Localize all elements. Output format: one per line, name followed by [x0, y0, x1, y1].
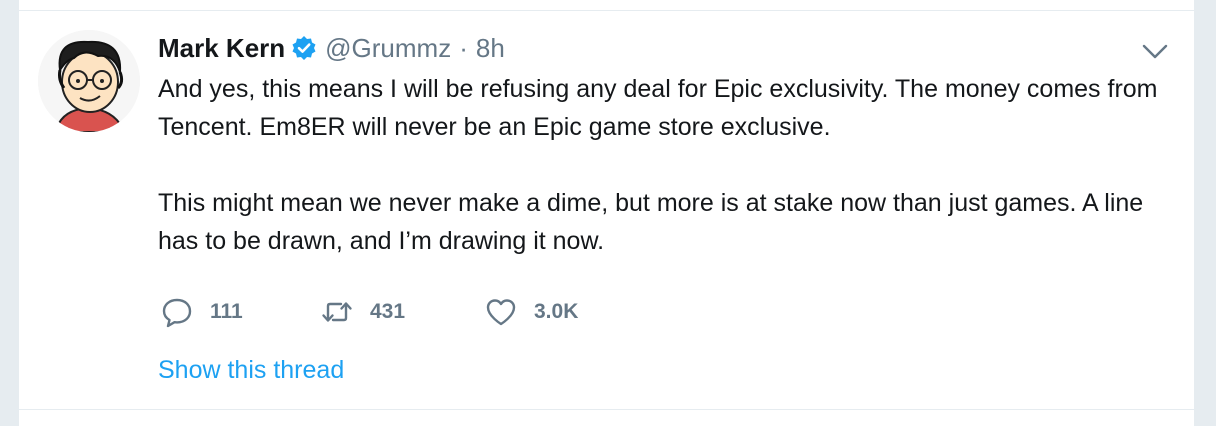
like-count: 3.0K [534, 300, 579, 323]
tweet-paragraph: And yes, this means I will be refusing a… [158, 75, 1158, 141]
retweet-button[interactable]: 431 [320, 295, 484, 329]
retweet-arrows-icon [320, 295, 354, 329]
reply-bubble-icon [160, 295, 194, 329]
avatar[interactable] [38, 30, 140, 132]
avatar-cartoon-icon [38, 30, 140, 132]
tweet-header: Mark Kern @Grummz · 8h [158, 30, 505, 66]
reply-button[interactable]: 111 [160, 295, 320, 329]
reply-count: 111 [210, 300, 243, 323]
show-thread-link[interactable]: Show this thread [158, 356, 344, 385]
top-divider [19, 10, 1194, 11]
like-button[interactable]: 3.0K [484, 295, 644, 329]
tweet-paragraph: This might mean we never make a dime, bu… [158, 189, 1144, 255]
header-separator: · [459, 32, 468, 63]
verified-badge-icon [291, 35, 317, 61]
tweet-timestamp[interactable]: 8h [476, 33, 505, 64]
author-handle[interactable]: @Grummz [325, 33, 451, 64]
heart-outline-icon [484, 295, 518, 329]
tweet-body: And yes, this means I will be refusing a… [158, 70, 1168, 260]
chevron-down-icon[interactable] [1141, 40, 1169, 64]
tweet-actions: 111 431 3.0K [160, 292, 644, 332]
author-name[interactable]: Mark Kern [158, 33, 285, 64]
bottom-divider [19, 409, 1194, 410]
retweet-count: 431 [370, 300, 406, 323]
